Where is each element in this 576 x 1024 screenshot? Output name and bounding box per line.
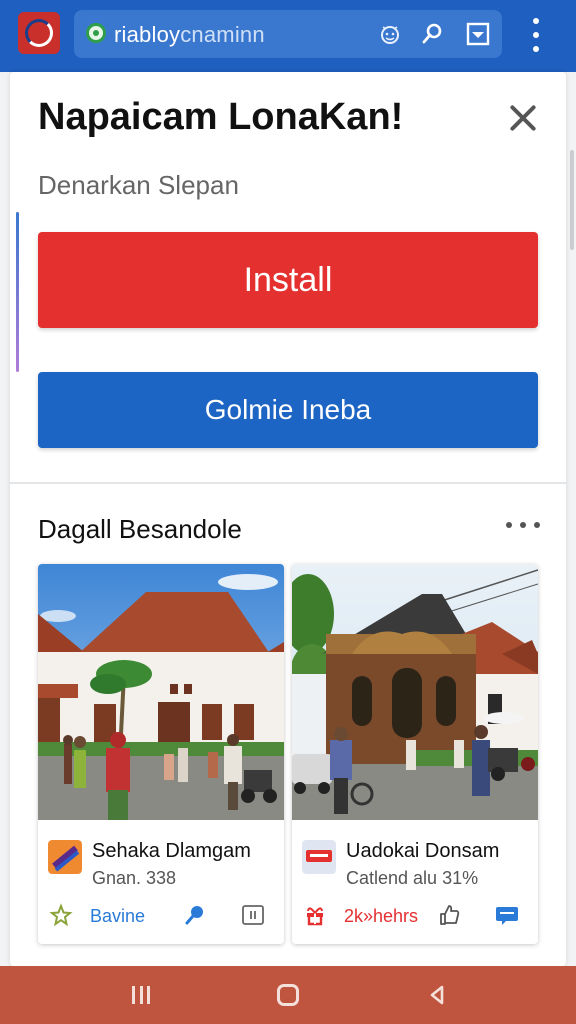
like-icon[interactable] bbox=[436, 902, 462, 928]
secondary-button[interactable]: Golmie Ineba bbox=[38, 372, 538, 448]
recents-icon[interactable] bbox=[132, 986, 150, 1004]
menu-icon[interactable] bbox=[522, 18, 550, 52]
app-action-label[interactable]: Bavine bbox=[90, 906, 145, 927]
app-screenshot bbox=[38, 564, 284, 820]
divider bbox=[10, 482, 566, 484]
url-text: riabloycnaminn bbox=[114, 22, 265, 48]
address-bar[interactable]: riabloycnaminn bbox=[74, 10, 502, 58]
message-icon[interactable] bbox=[494, 902, 520, 928]
app-name: Sehaka Dlamgam bbox=[92, 840, 251, 862]
dialog-title: Napaicam LonaKan! bbox=[38, 96, 404, 138]
app-logo-ring bbox=[25, 19, 53, 47]
accent-stripe bbox=[16, 212, 19, 372]
system-nav-bar bbox=[0, 966, 576, 1024]
url-suffix: cnaminn bbox=[180, 22, 265, 47]
url-host: riabloy bbox=[114, 22, 181, 47]
app-name: Uadokai Donsam bbox=[346, 840, 500, 862]
app-meta: Gnan. 338 bbox=[92, 868, 177, 888]
install-button[interactable]: Install bbox=[38, 232, 538, 328]
search-icon[interactable] bbox=[418, 20, 446, 48]
download-icon[interactable] bbox=[464, 20, 492, 48]
scrollbar[interactable] bbox=[570, 150, 574, 250]
app-thumb-icon bbox=[48, 840, 82, 874]
dialog-subtitle: Denarkan Slepan bbox=[38, 170, 239, 200]
app-meta: Catlend alu 31% bbox=[346, 868, 479, 888]
back-icon[interactable] bbox=[428, 984, 446, 1006]
app-screenshot bbox=[292, 564, 538, 820]
section-title: Dagall Besandole bbox=[38, 514, 242, 544]
gift-icon[interactable] bbox=[302, 902, 328, 928]
app-thumb-icon bbox=[302, 840, 336, 874]
more-options-icon[interactable] bbox=[506, 520, 540, 530]
secure-icon bbox=[86, 23, 106, 43]
app-card[interactable]: Sehaka Dlamgam Gnan. 338 Bavine bbox=[38, 564, 284, 944]
install-dialog: Napaicam LonaKan! Denarkan Slepan Instal… bbox=[10, 72, 566, 966]
download-icon[interactable] bbox=[240, 902, 266, 928]
search-icon[interactable] bbox=[182, 902, 208, 928]
home-icon[interactable] bbox=[277, 984, 299, 1006]
browser-toolbar: riabloycnaminn bbox=[0, 0, 576, 72]
emoji-icon[interactable] bbox=[376, 20, 404, 48]
app-card[interactable]: Uadokai Donsam Catlend alu 31% 2k»hehrs bbox=[292, 564, 538, 944]
close-icon[interactable] bbox=[504, 98, 544, 138]
app-action-label[interactable]: 2k»hehrs bbox=[344, 906, 418, 927]
star-icon[interactable] bbox=[48, 902, 74, 928]
app-icon[interactable] bbox=[18, 12, 60, 54]
